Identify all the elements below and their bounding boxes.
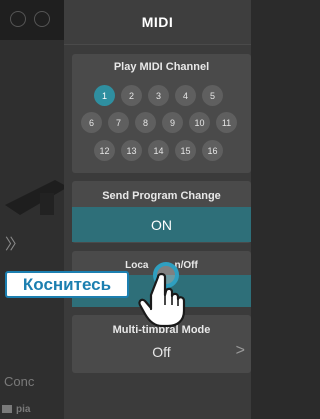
channel-button-15[interactable]: 15: [175, 140, 196, 161]
channel-row-2: 6 7 8 9 10 11: [81, 112, 237, 133]
channel-button-7[interactable]: 7: [108, 112, 129, 133]
chevron-right-icon: >: [235, 342, 245, 359]
tutorial-touch-label: Коснитесь: [5, 271, 129, 298]
background-section-label: Conc: [4, 374, 35, 389]
channel-row-1: 1 2 3 4 5: [94, 85, 223, 106]
send-program-change-card: Send Program Change ON: [72, 181, 251, 243]
channel-button-16[interactable]: 16: [202, 140, 223, 161]
play-midi-channel-card: Play MIDI Channel 1 2 3 4 5 6 7 8 9 10 1…: [72, 54, 251, 173]
expand-chevron-icon: 〉〉: [5, 236, 24, 253]
midi-settings-panel: MIDI Play MIDI Channel 1 2 3 4 5 6 7 8 9…: [64, 0, 251, 419]
panel-header: MIDI: [64, 0, 251, 45]
channel-button-12[interactable]: 12: [94, 140, 115, 161]
piano-illustration: [5, 180, 68, 215]
channel-button-6[interactable]: 6: [81, 112, 102, 133]
channel-button-8[interactable]: 8: [135, 112, 156, 133]
channel-button-4[interactable]: 4: [175, 85, 196, 106]
channel-button-5[interactable]: 5: [202, 85, 223, 106]
settings-icon: [10, 11, 26, 27]
send-program-change-label: Send Program Change: [102, 190, 221, 202]
play-midi-channel-label: Play MIDI Channel: [113, 61, 210, 73]
background-bottom-item: pia: [2, 404, 30, 415]
multi-timbral-value: Off: [152, 344, 171, 360]
panel-title: MIDI: [141, 14, 174, 30]
channel-button-1[interactable]: 1: [94, 85, 115, 106]
send-program-change-toggle[interactable]: ON: [72, 207, 251, 242]
channel-button-10[interactable]: 10: [189, 112, 210, 133]
channel-button-14[interactable]: 14: [148, 140, 169, 161]
channel-button-2[interactable]: 2: [121, 85, 142, 106]
pointing-hand-icon: [138, 272, 186, 327]
channel-row-3: 12 13 14 15 16: [94, 140, 223, 161]
channel-button-11[interactable]: 11: [216, 112, 237, 133]
menu-icon: [34, 11, 50, 27]
channel-button-3[interactable]: 3: [148, 85, 169, 106]
channel-button-9[interactable]: 9: [162, 112, 183, 133]
channel-button-13[interactable]: 13: [121, 140, 142, 161]
piano-icon: [2, 405, 12, 414]
